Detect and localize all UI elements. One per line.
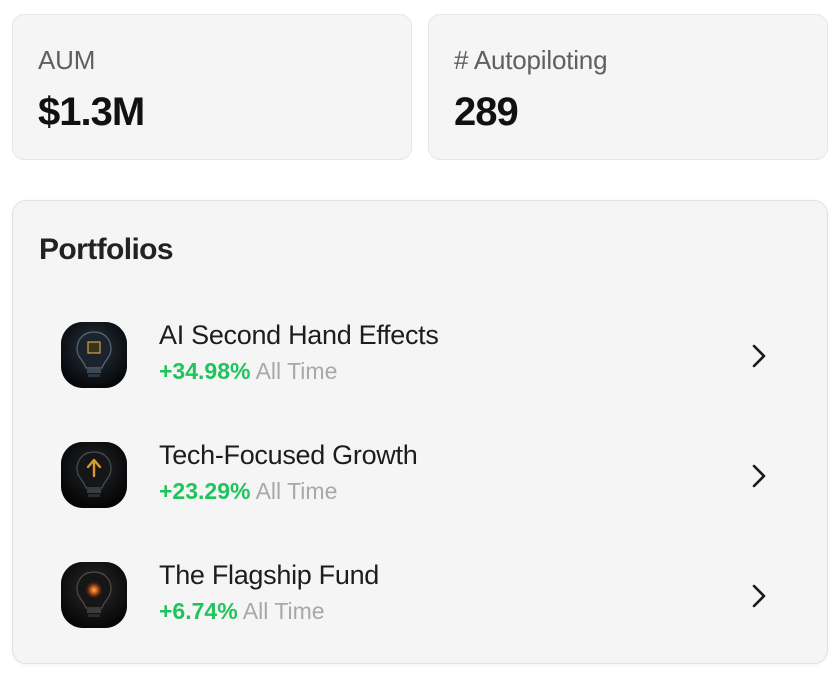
chevron-right-icon[interactable] <box>745 582 773 610</box>
portfolio-name: AI Second Hand Effects <box>159 320 439 350</box>
aum-label: AUM <box>38 45 96 75</box>
performance-change: +34.98% <box>159 358 251 384</box>
lightbulb-glow-icon <box>61 562 127 628</box>
performance-period: All Time <box>255 358 338 384</box>
chevron-right-icon[interactable] <box>745 342 773 370</box>
portfolio-performance: +6.74% All Time <box>159 598 325 625</box>
aum-value: $1.3M <box>38 90 145 134</box>
portfolio-performance: +34.98% All Time <box>159 358 337 385</box>
performance-period: All Time <box>242 598 325 624</box>
aum-card: AUM $1.3M <box>12 14 412 160</box>
autopiloting-value: 289 <box>454 90 519 134</box>
autopiloting-label: # Autopiloting <box>454 45 608 75</box>
portfolios-title: Portfolios <box>39 233 174 266</box>
portfolio-name: The Flagship Fund <box>159 560 380 590</box>
performance-change: +6.74% <box>159 598 238 624</box>
portfolio-name: Tech-Focused Growth <box>159 440 418 470</box>
chevron-right-icon[interactable] <box>745 462 773 490</box>
portfolio-performance: +23.29% All Time <box>159 478 337 505</box>
portfolio-row-ai-second-hand-effects[interactable]: AI Second Hand Effects +34.98% All Time <box>13 304 829 404</box>
portfolio-row-the-flagship-fund[interactable]: The Flagship Fund +6.74% All Time <box>13 544 829 644</box>
performance-period: All Time <box>255 478 338 504</box>
lightbulb-arrow-icon <box>61 442 127 508</box>
portfolios-card: Portfolios AI Second Hand Effects +34.98… <box>12 200 828 664</box>
lightbulb-chip-icon <box>61 322 127 388</box>
performance-change: +23.29% <box>159 478 251 504</box>
portfolio-row-tech-focused-growth[interactable]: Tech-Focused Growth +23.29% All Time <box>13 424 829 524</box>
autopiloting-card: # Autopiloting 289 <box>428 14 828 160</box>
